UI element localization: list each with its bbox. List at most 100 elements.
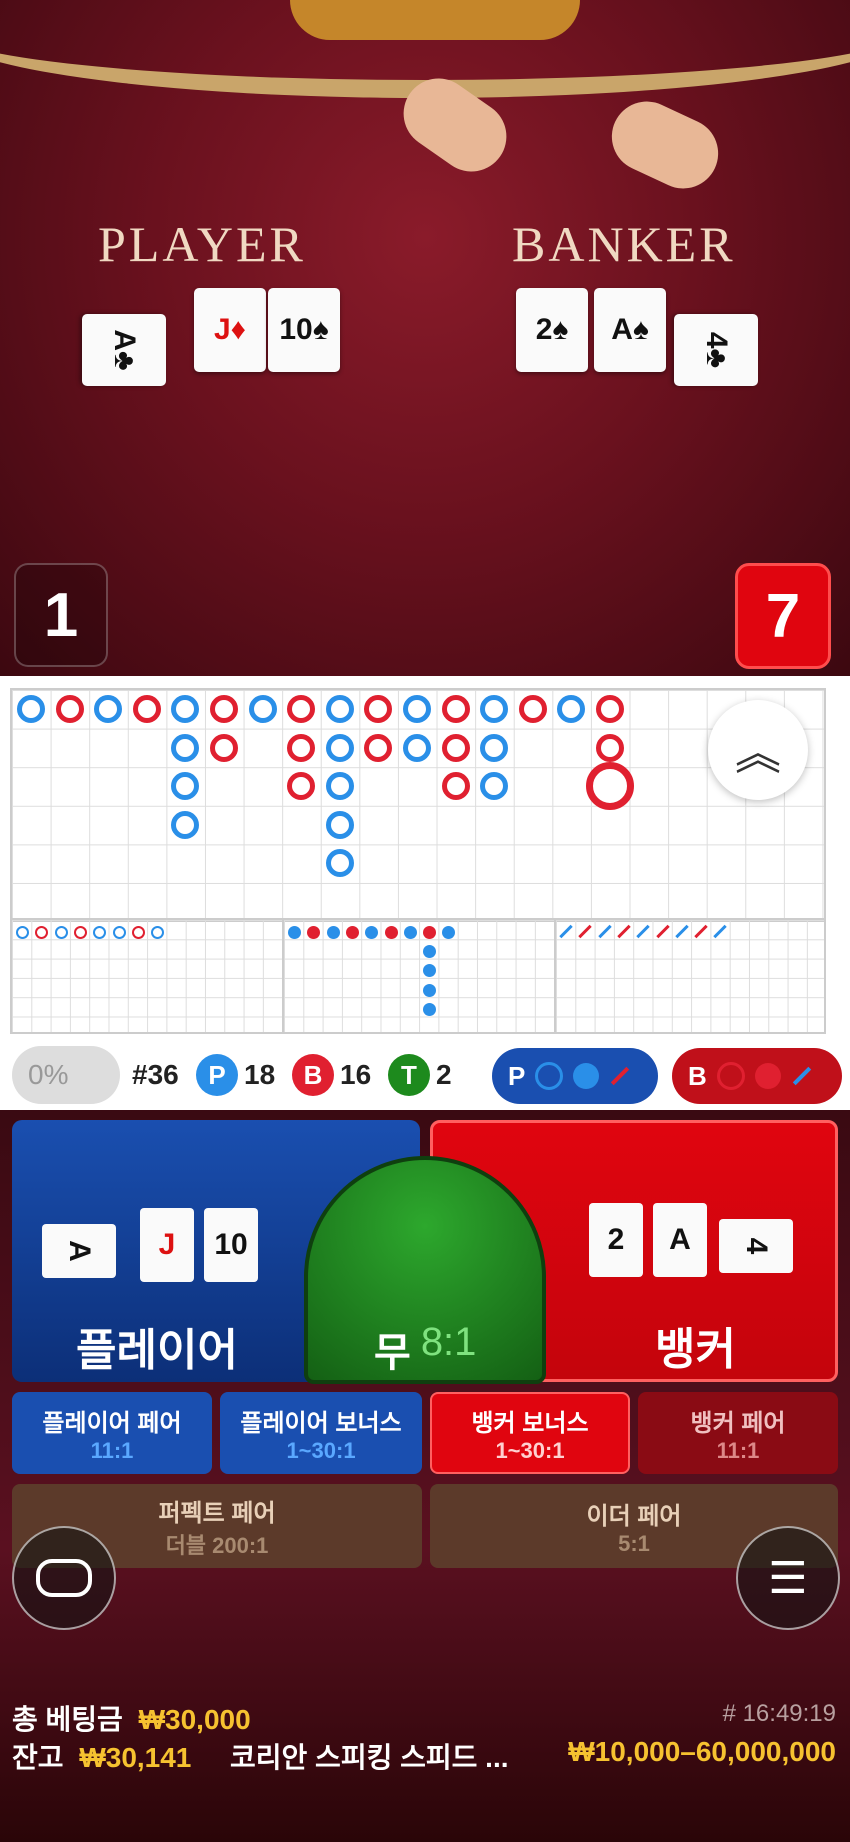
banker-card-2: A♠ [594,288,666,372]
big-road-mark [325,810,354,839]
tie-badge: T [388,1054,430,1096]
player-label: PLAYER [98,216,306,272]
big-road-mark [518,695,547,723]
small-road-mark [423,945,437,958]
banker-mini-card-3: 4 [719,1219,793,1273]
bet-limits[interactable]: ₩10,000–60,000,000 [568,1736,836,1768]
menu-icon[interactable]: ☰ [736,1526,840,1630]
big-road-mark [132,695,161,723]
perfect-pair-label: 퍼펙트 페어 [158,1499,276,1527]
banker-mini-card-2: A [653,1203,707,1277]
player-badge: P [196,1054,238,1096]
tie-bet-spot[interactable]: 무 8:1 [304,1156,546,1384]
small-road-mark [423,1002,437,1016]
small-road-mark [403,926,417,939]
big-road-mark [55,695,84,723]
big-road-mark [441,733,470,762]
big-road-mark [441,695,470,723]
big-eye-road-mark [16,926,29,939]
big-road-mark [441,772,470,801]
player-predict-label: P [508,1060,526,1091]
predict-dot-icon [754,1063,781,1089]
banker-mini-card-1: 2 [589,1203,643,1277]
big-road-mark [94,695,123,723]
big-road-mark [17,695,45,723]
big-eye-road-grid [10,918,284,1034]
player-card-1: A♣ [82,314,166,386]
player-score: 1 [14,563,108,667]
dealer [290,0,580,40]
player-mini-card-3: 10 [204,1208,258,1282]
big-road-mark [287,695,316,723]
balance-value: ₩30,141 [79,1742,192,1773]
tie-bet-label: 무 [374,1331,411,1375]
banker-bonus-bet[interactable]: 뱅커 보너스 1~30:1 [430,1392,630,1474]
player-bonus-odds: 1~30:1 [286,1437,356,1463]
big-eye-road-mark [73,926,87,939]
small-road-mark [384,926,398,939]
big-road-mark [364,733,393,762]
expand-up-icon[interactable]: ︽ [708,700,808,800]
big-road-mark [325,733,354,762]
banker-card-1: 2♠ [516,288,588,372]
player-count: P 18 [196,1054,275,1096]
big-road-mark [596,733,624,762]
small-road-mark [345,926,359,939]
predict-slash-icon [792,1066,811,1086]
predict-ring-icon [535,1062,564,1090]
big-road-mark [248,695,277,723]
player-card-3: 10♠ [268,288,340,372]
player-pair-bet[interactable]: 플레이어 페어 11:1 [12,1392,212,1474]
live-video: PLAYER BANKER A♣ J♦ 10♠ 2♠ A♠ 4♣ 1 7 [0,0,850,676]
banker-bonus-odds: 1~30:1 [495,1437,565,1463]
big-eye-road-mark [131,926,145,939]
banker-count: B 16 [292,1054,371,1096]
tie-odds: 8:1 [420,1320,477,1364]
predict-slash-icon [611,1066,630,1086]
banker-predict-button[interactable]: B [672,1048,842,1104]
perfect-pair-odds: 더블 200:1 [165,1532,269,1558]
player-count-value: 18 [244,1059,276,1090]
big-road-mark [480,733,509,762]
big-road-mark [210,733,238,762]
total-bet-label: 총 베팅금 [12,1704,123,1735]
big-road-mark [210,695,238,723]
banker-bonus-label: 뱅커 보너스 [471,1409,589,1437]
either-pair-label: 이더 페어 [586,1502,682,1530]
banker-pair-label: 뱅커 페어 [690,1409,786,1437]
big-road-mark [586,762,634,811]
big-road-grid [10,688,826,922]
big-road-mark [171,733,200,762]
big-eye-road-mark [112,926,126,939]
big-eye-road-mark [151,926,165,939]
player-bonus-bet[interactable]: 플레이어 보너스 1~30:1 [220,1392,422,1474]
big-road-mark [325,849,354,878]
player-mini-card-1: A [42,1224,116,1278]
big-eye-road-mark [54,926,68,939]
total-bet-value: ₩30,000 [138,1704,251,1735]
player-pair-odds: 11:1 [90,1437,134,1463]
banker-pair-odds: 11:1 [716,1437,760,1463]
banker-card-3: 4♣ [674,314,758,386]
tie-count-value: 2 [436,1059,452,1090]
small-road-mark [423,926,437,939]
cockroach-road-grid [554,918,826,1034]
banker-badge: B [292,1054,334,1096]
banker-count-value: 16 [340,1059,372,1090]
chat-icon[interactable] [12,1526,116,1630]
player-card-2: J♦ [194,288,266,372]
big-road-mark [403,733,431,762]
tie-count: T 2 [388,1054,452,1096]
predict-dot-icon [573,1063,600,1089]
big-road-mark [171,810,200,839]
player-bet-label: 플레이어 [76,1326,238,1375]
player-predict-button[interactable]: P [492,1048,658,1104]
table-name[interactable]: 코리안 스피킹 스피드 ... [230,1736,509,1776]
player-pair-label: 플레이어 페어 [42,1409,182,1437]
predict-ring-icon [716,1062,745,1090]
banker-pair-bet[interactable]: 뱅커 페어 11:1 [638,1392,838,1474]
balance-row: 잔고 ₩30,141 [12,1736,191,1776]
big-road-mark [403,695,431,723]
banker-score: 7 [735,563,831,669]
player-mini-card-2: J [140,1208,194,1282]
